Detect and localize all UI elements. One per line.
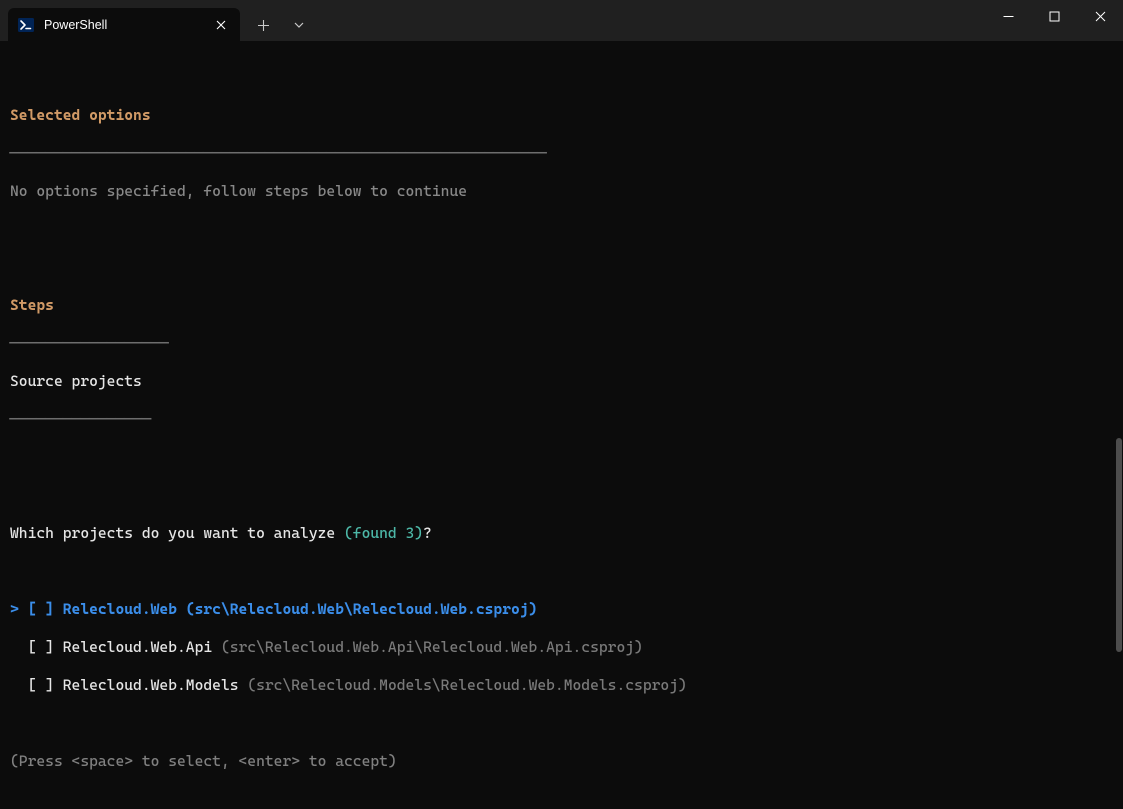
- scrollbar-thumb[interactable]: [1116, 438, 1122, 652]
- tab-title: PowerShell: [44, 18, 202, 32]
- keyboard-hint: (Press <space> to select, <enter> to acc…: [10, 752, 397, 770]
- tab-close-button[interactable]: [212, 16, 230, 34]
- maximize-button[interactable]: [1031, 0, 1077, 32]
- terminal-output[interactable]: Selected options ───────────────────────…: [0, 41, 1123, 628]
- selected-options-heading: Selected options: [10, 106, 151, 124]
- window-close-button[interactable]: [1077, 0, 1123, 32]
- analyze-prompt: Which projects do you want to analyze (f…: [10, 524, 1123, 543]
- rule-line: ────────────────: [10, 410, 151, 428]
- no-options-message: No options specified, follow steps below…: [10, 182, 467, 200]
- title-bar: PowerShell: [0, 0, 1123, 41]
- steps-heading: Steps: [10, 296, 54, 314]
- step-source-projects: Source projects: [10, 372, 142, 390]
- rule-line: ────────────────────────────────────────…: [10, 144, 546, 162]
- tab-powershell[interactable]: PowerShell: [8, 8, 240, 41]
- powershell-icon: [18, 17, 34, 33]
- tab-strip: PowerShell: [0, 0, 316, 41]
- project-option[interactable]: [ ] Relecloud.Web.Api (src\Relecloud.Web…: [10, 638, 1123, 657]
- tab-dropdown-button[interactable]: [282, 9, 316, 41]
- window-controls: [985, 0, 1123, 41]
- new-tab-button[interactable]: [246, 9, 280, 41]
- minimize-button[interactable]: [985, 0, 1031, 32]
- rule-line: ──────────────────: [10, 334, 168, 352]
- project-option-selected[interactable]: > [ ] Relecloud.Web (src\Relecloud.Web\R…: [10, 600, 1123, 619]
- project-option[interactable]: [ ] Relecloud.Web.Models (src\Relecloud.…: [10, 676, 1123, 695]
